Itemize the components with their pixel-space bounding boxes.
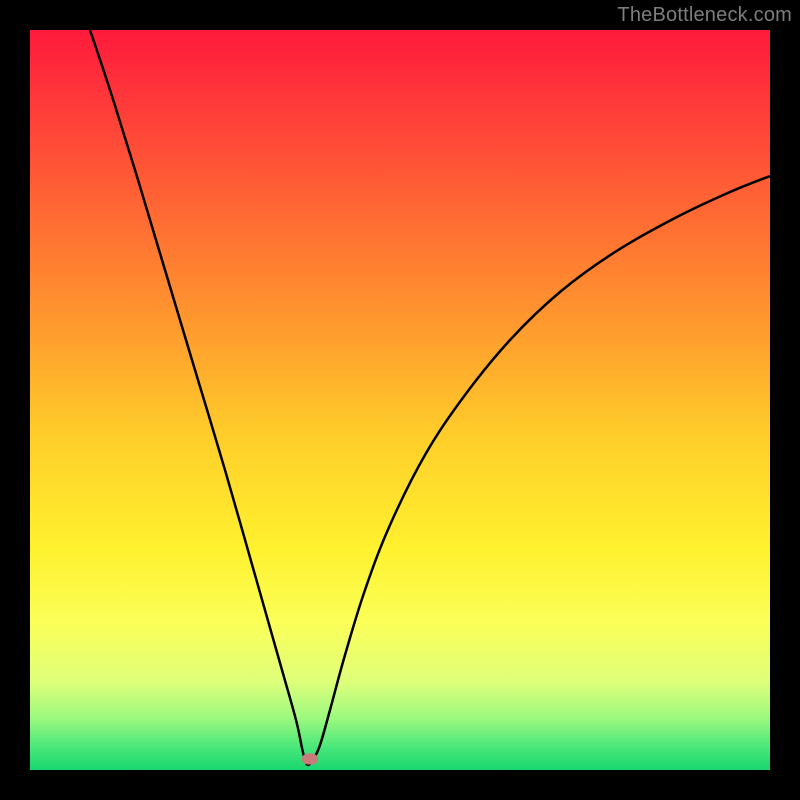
bottleneck-curve xyxy=(90,30,770,765)
chart-plot-area xyxy=(30,30,770,770)
chart-stage: TheBottleneck.com xyxy=(0,0,800,800)
watermark-text: TheBottleneck.com xyxy=(617,4,792,27)
chart-curve xyxy=(30,30,770,770)
optimal-point-marker xyxy=(302,754,318,765)
